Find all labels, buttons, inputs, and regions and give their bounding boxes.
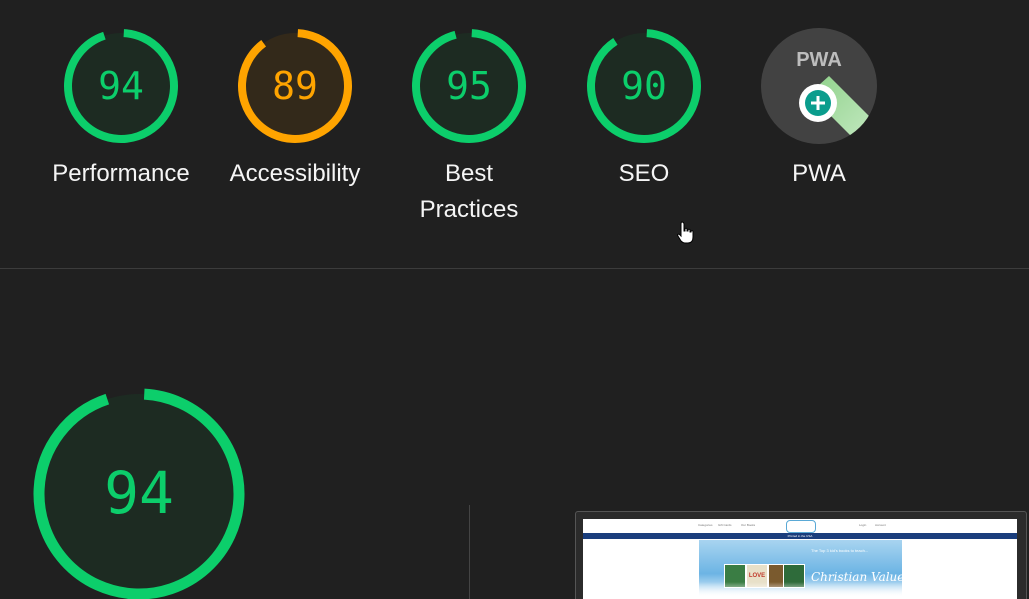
gauge-score: 90	[621, 64, 667, 108]
gauge-best-practices-ring: 95	[412, 28, 526, 143]
hand-cursor-icon	[677, 221, 694, 244]
gauge-label: PWA	[792, 160, 846, 187]
preview-nav-item: Categories	[698, 523, 713, 527]
gauge-performance[interactable]: 94 Performance	[33, 26, 209, 192]
preview-banner: Printed in the USA	[583, 533, 1017, 539]
page-preview: Categories Gift Cards Our Books Login Ac…	[583, 519, 1017, 599]
preview-nav-item: Login	[859, 523, 867, 527]
lighthouse-report: 94 Performance 89 Accessibility 95 Best …	[0, 0, 1029, 599]
gauge-label: Accessibility	[229, 160, 361, 187]
preview-hero-tagline: The Top 3 kid's books to teach...	[811, 548, 869, 553]
section-divider	[0, 268, 1029, 269]
vertical-divider	[469, 505, 470, 599]
gauge-seo-ring: 90	[587, 28, 701, 143]
preview-clouds	[699, 582, 902, 596]
gauge-seo[interactable]: 90 SEO	[556, 26, 732, 192]
preview-nav-item: Our Books	[741, 523, 756, 527]
performance-score: 94	[104, 459, 174, 527]
gauge-accessibility-ring: 89	[238, 28, 352, 143]
performance-large-gauge[interactable]: 94	[29, 384, 249, 599]
preview-hero: LOVE The Top 3 kid's books to teach... C…	[699, 540, 902, 596]
gauge-label: SEO	[618, 160, 670, 187]
pwa-badge-text: PWA	[796, 49, 842, 71]
gauge-performance-ring: 94	[63, 28, 178, 143]
preview-logo	[786, 520, 816, 533]
gauge-accessibility[interactable]: 89 Accessibility	[207, 26, 383, 192]
gauge-label: Best Practices	[419, 160, 519, 223]
gauge-score: 89	[272, 64, 318, 108]
preview-nav-item: Gift Cards	[718, 523, 732, 527]
gauge-pwa[interactable]: PWA PWA	[731, 26, 907, 192]
gauge-score: 95	[446, 64, 492, 108]
preview-nav: Categories Gift Cards Our Books Login Ac…	[583, 519, 1017, 533]
gauge-score: 94	[98, 64, 144, 108]
gauge-label: Performance	[52, 160, 190, 187]
pwa-badge: PWA	[761, 28, 877, 144]
preview-nav-item: Account	[875, 523, 886, 527]
final-screenshot-thumbnail[interactable]: Categories Gift Cards Our Books Login Ac…	[575, 511, 1027, 599]
gauge-best-practices[interactable]: 95 Best Practices	[381, 26, 557, 228]
